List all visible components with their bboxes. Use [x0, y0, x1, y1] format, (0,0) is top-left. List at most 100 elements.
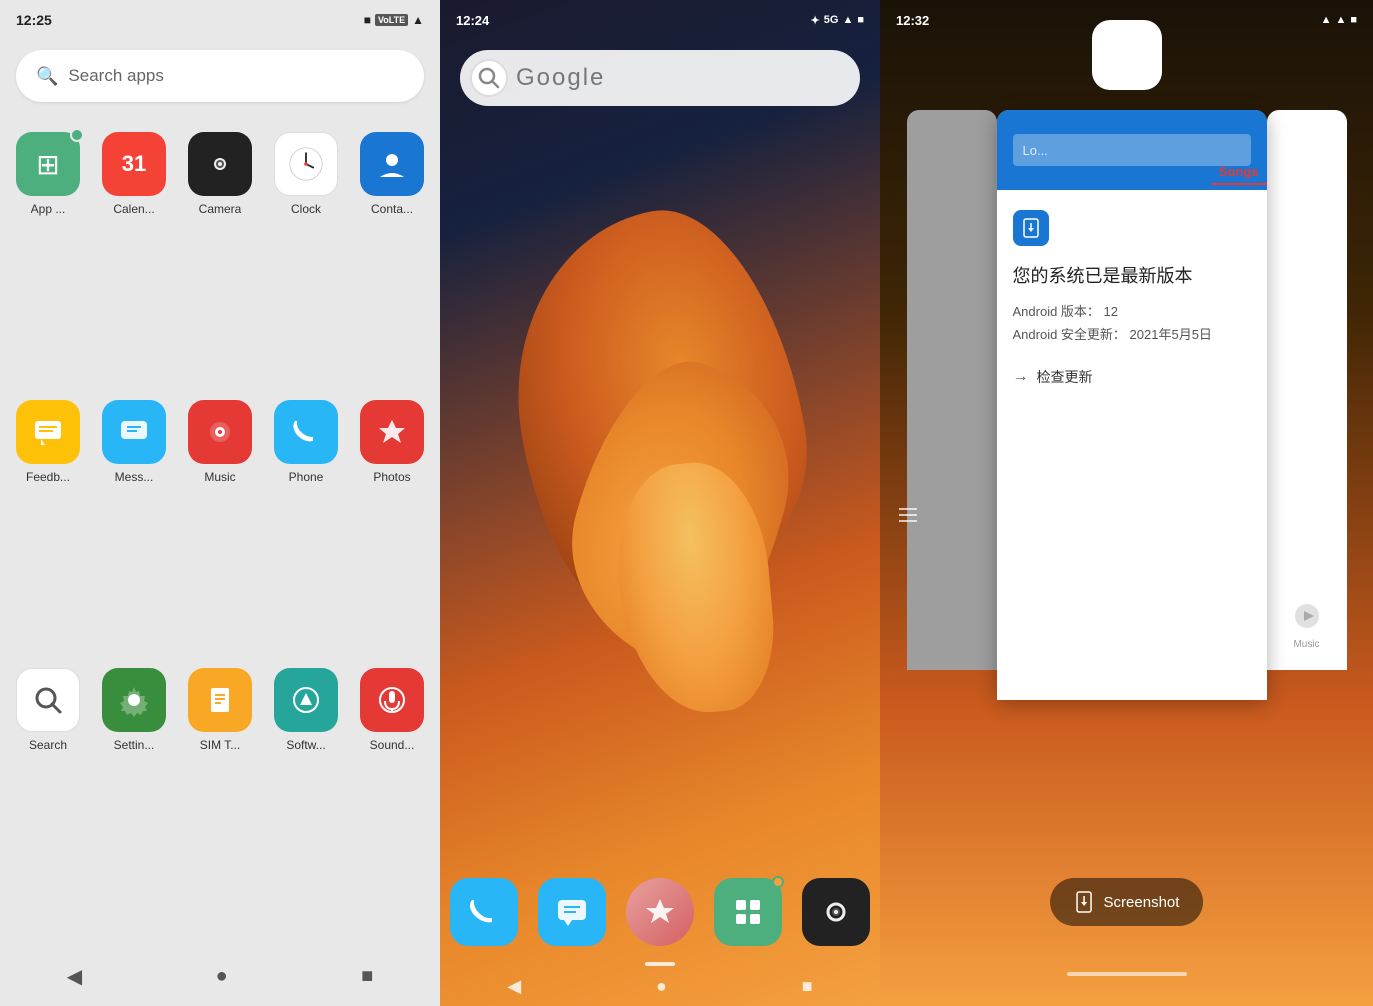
arrow-right-icon: → [1013, 368, 1029, 386]
app-item-phone[interactable]: Phone [268, 400, 344, 658]
app-icon-sound [360, 668, 424, 732]
app-item-software[interactable]: Softw... [268, 668, 344, 926]
app-label-settings: Settin... [114, 738, 155, 752]
card-system-update[interactable]: Lo... Songs 您的系统已是最新版本 Android 版本： 12 An… [997, 110, 1267, 700]
search-app-icon [30, 682, 66, 718]
back-button-1[interactable]: ◀ [57, 954, 92, 999]
status-icons-2: ✦ 5G ▲ ■ [811, 14, 864, 27]
app-icon-music [188, 400, 252, 464]
app-item-messages[interactable]: Mess... [96, 400, 172, 658]
recents-button-1[interactable]: ■ [351, 955, 383, 998]
app-label-software: Softw... [286, 738, 325, 752]
android-version: 12 [1104, 304, 1118, 319]
wallpaper-shape [460, 80, 860, 846]
app-item-contacts[interactable]: Conta... [354, 132, 430, 390]
recents-button-2[interactable]: ■ [802, 976, 813, 997]
google-search-bar[interactable]: Google [460, 50, 860, 106]
panel-home-screen: 12:24 ✦ 5G ▲ ■ Google [440, 0, 880, 1006]
card-search-label: Lo... [1023, 143, 1048, 158]
music-card-icon [1292, 601, 1322, 631]
app-icon-photos [360, 400, 424, 464]
home-dock [440, 878, 880, 946]
update-detail: Android 版本： 12 Android 安全更新： 2021年5月5日 [1013, 300, 1251, 347]
home-button-2[interactable]: ● [656, 976, 667, 997]
clock-icon [288, 146, 324, 182]
app-label-music: Music [204, 470, 235, 484]
card-right-inner: Music [1267, 110, 1347, 670]
back-button-2[interactable]: ◀ [507, 976, 521, 997]
card-left[interactable] [907, 110, 997, 670]
card-right[interactable]: Music [1267, 110, 1347, 670]
dock-camera[interactable] [802, 878, 870, 946]
screenshot-label: Screenshot [1104, 894, 1180, 911]
dock-appstore[interactable] [714, 878, 782, 946]
bluetooth-icon: ✦ [811, 14, 820, 27]
app-label-sound: Sound... [370, 738, 415, 752]
app-icon-simt [188, 668, 252, 732]
software-icon [289, 683, 323, 717]
app-item-sound[interactable]: Sound... [354, 668, 430, 926]
wifi-icon: ▲ [1321, 14, 1332, 26]
app-icon-clock [274, 132, 338, 196]
app-item-appstore[interactable]: ⊞ App ... [10, 132, 86, 390]
volte-badge-1: VoLTE [375, 14, 408, 26]
dock-messages[interactable] [538, 878, 606, 946]
app-item-photos[interactable]: Photos [354, 400, 430, 658]
app-icon-settings [102, 668, 166, 732]
app-item-calendar[interactable]: 31 Calen... [96, 132, 172, 390]
app-label-calendar: Calen... [113, 202, 154, 216]
app-item-simt[interactable]: SIM T... [182, 668, 258, 926]
app-label-simt: SIM T... [200, 738, 240, 752]
check-update-row[interactable]: → 检查更新 [1013, 367, 1251, 387]
app-label-messages: Mess... [115, 470, 154, 484]
status-bar-1: 12:25 ■ VoLTE ▲ [0, 0, 440, 40]
app-icon-messages [102, 400, 166, 464]
app-label-photos: Photos [373, 470, 410, 484]
status-icons-3: ▲ ▲ ■ [1321, 14, 1357, 26]
search-bar-label: Search apps [68, 66, 163, 86]
app-item-search[interactable]: Search [10, 668, 86, 926]
signal-bars: ▲ [842, 14, 853, 26]
battery-icon-2: ■ [857, 14, 864, 26]
update-title: 您的系统已是最新版本 [1013, 262, 1251, 288]
messages-icon [117, 415, 151, 449]
home-button-1[interactable]: ● [206, 955, 238, 998]
dock-photos[interactable] [626, 878, 694, 946]
search-bar[interactable]: 🔍 Search apps [16, 50, 424, 102]
phone-dock-icon [466, 894, 502, 930]
google-label: Google [516, 64, 605, 92]
signal-icon-1: ▲ [412, 13, 424, 27]
security-update-label: Android 安全更新： [1013, 327, 1126, 342]
app-icon-software [274, 668, 338, 732]
app-icon-search [16, 668, 80, 732]
app-item-settings[interactable]: Settin... [96, 668, 172, 926]
android-version-label: Android 版本： [1013, 304, 1100, 319]
appstore-dock-badge [772, 876, 784, 888]
recents-list-icon[interactable] [896, 503, 920, 532]
apps-grid: ⊞ App ... 31 Calen... Camera [0, 112, 440, 946]
contacts-icon [375, 147, 409, 181]
battery-icon-3: ■ [1350, 14, 1357, 26]
appstore-dock-icon [730, 894, 766, 930]
time-3: 12:32 [896, 13, 929, 28]
app-icon-camera [188, 132, 252, 196]
wallpaper-3d-shape [500, 163, 820, 763]
list-icon [896, 503, 920, 527]
app-icon-contacts [360, 132, 424, 196]
phone-icon [289, 415, 323, 449]
settings-icon [117, 683, 151, 717]
app-label-search: Search [29, 738, 67, 752]
app-item-feedback[interactable]: Feedb... [10, 400, 86, 658]
app-item-clock[interactable]: Clock [268, 132, 344, 390]
panel-recents: 12:32 ▲ ▲ ■ Lo... Songs [880, 0, 1373, 1006]
app-label-phone: Phone [289, 470, 324, 484]
signal-icon-3: ▲ [1335, 14, 1346, 26]
app-item-music[interactable]: Music [182, 400, 258, 658]
songs-tab[interactable]: Songs [1211, 160, 1267, 185]
screenshot-button[interactable]: Screenshot [1050, 878, 1204, 926]
dock-phone[interactable] [450, 878, 518, 946]
app-item-camera[interactable]: Camera [182, 132, 258, 390]
app-label-appstore: App ... [31, 202, 66, 216]
app-label-camera: Camera [199, 202, 242, 216]
app-label-feedback: Feedb... [26, 470, 70, 484]
